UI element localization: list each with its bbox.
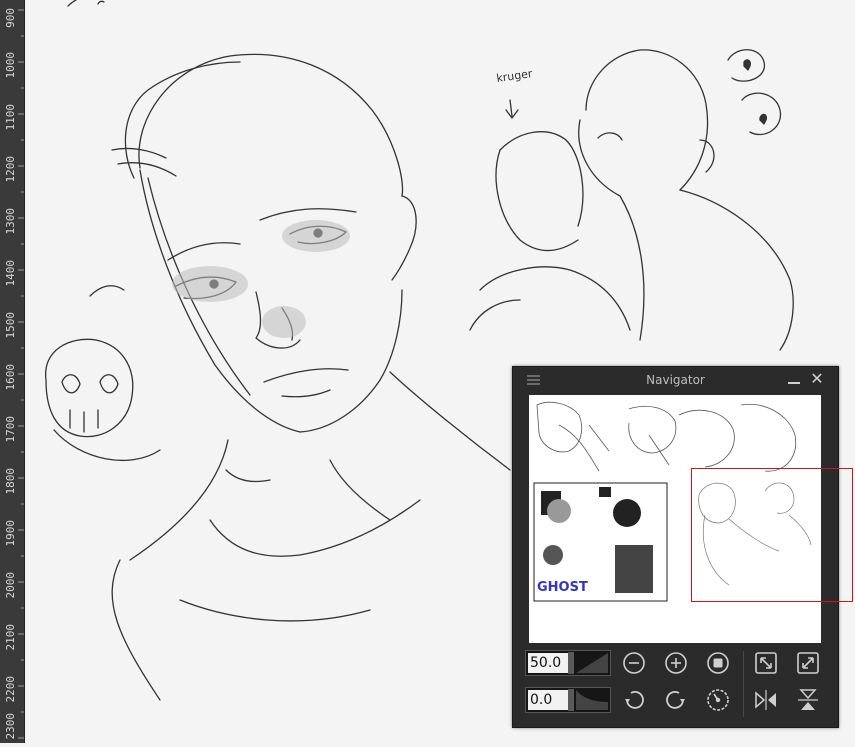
navigator-panel[interactable]: Navigator ✕ GHOST 50.0 0.0 (512, 366, 853, 728)
rotation-field[interactable]: 0.0 (525, 687, 611, 713)
sketch-annotation: kruger (496, 67, 534, 85)
zoom-out-icon[interactable] (621, 650, 647, 676)
flip-vertical-icon[interactable] (795, 687, 821, 713)
ruler-label: 1100 (4, 104, 17, 131)
toolbar-divider (743, 651, 744, 717)
ruler-label: 2300 (4, 713, 17, 740)
ruler-label: 900 (4, 8, 17, 28)
zoom-field[interactable]: 50.0 (525, 650, 611, 676)
zoom-in-icon[interactable] (663, 650, 689, 676)
rotation-slider-track[interactable] (576, 690, 608, 710)
minimize-icon[interactable] (786, 371, 802, 389)
vertical-ruler: 900 1000 1100 1200 1300 1400 1500 1600 1… (0, 0, 25, 743)
zoom-value[interactable]: 50.0 (528, 653, 568, 673)
rotate-right-icon[interactable] (663, 687, 689, 713)
reset-rotation-icon[interactable] (705, 687, 731, 713)
expand-icon[interactable] (795, 650, 821, 676)
ruler-label: 1400 (4, 260, 17, 287)
flip-horizontal-icon[interactable] (753, 687, 779, 713)
thumbnail-text: GHOST (537, 580, 588, 595)
zoom-slider-handle[interactable] (568, 652, 574, 674)
navigator-preview[interactable]: GHOST (529, 395, 853, 643)
view-frame[interactable] (691, 468, 853, 602)
ruler-label: 1300 (4, 208, 17, 235)
ruler-label: 1500 (4, 312, 17, 339)
ruler-label: 1800 (4, 468, 17, 495)
ruler-label: 2000 (4, 572, 17, 599)
fit-icon[interactable] (705, 650, 731, 676)
ruler-label: 1700 (4, 416, 17, 443)
ruler-label: 1000 (4, 52, 17, 79)
rotation-value[interactable]: 0.0 (528, 690, 568, 710)
ruler-label: 1600 (4, 364, 17, 391)
ruler-label: 1900 (4, 520, 17, 547)
ruler-label: 1200 (4, 156, 17, 183)
ruler-label: 2200 (4, 676, 17, 703)
close-icon[interactable]: ✕ (808, 370, 826, 388)
zoom-slider-track[interactable] (576, 653, 608, 673)
fit-window-icon[interactable] (753, 650, 779, 676)
ruler-label: 2100 (4, 624, 17, 651)
rotation-slider-handle[interactable] (568, 689, 574, 711)
rotate-left-icon[interactable] (621, 687, 647, 713)
